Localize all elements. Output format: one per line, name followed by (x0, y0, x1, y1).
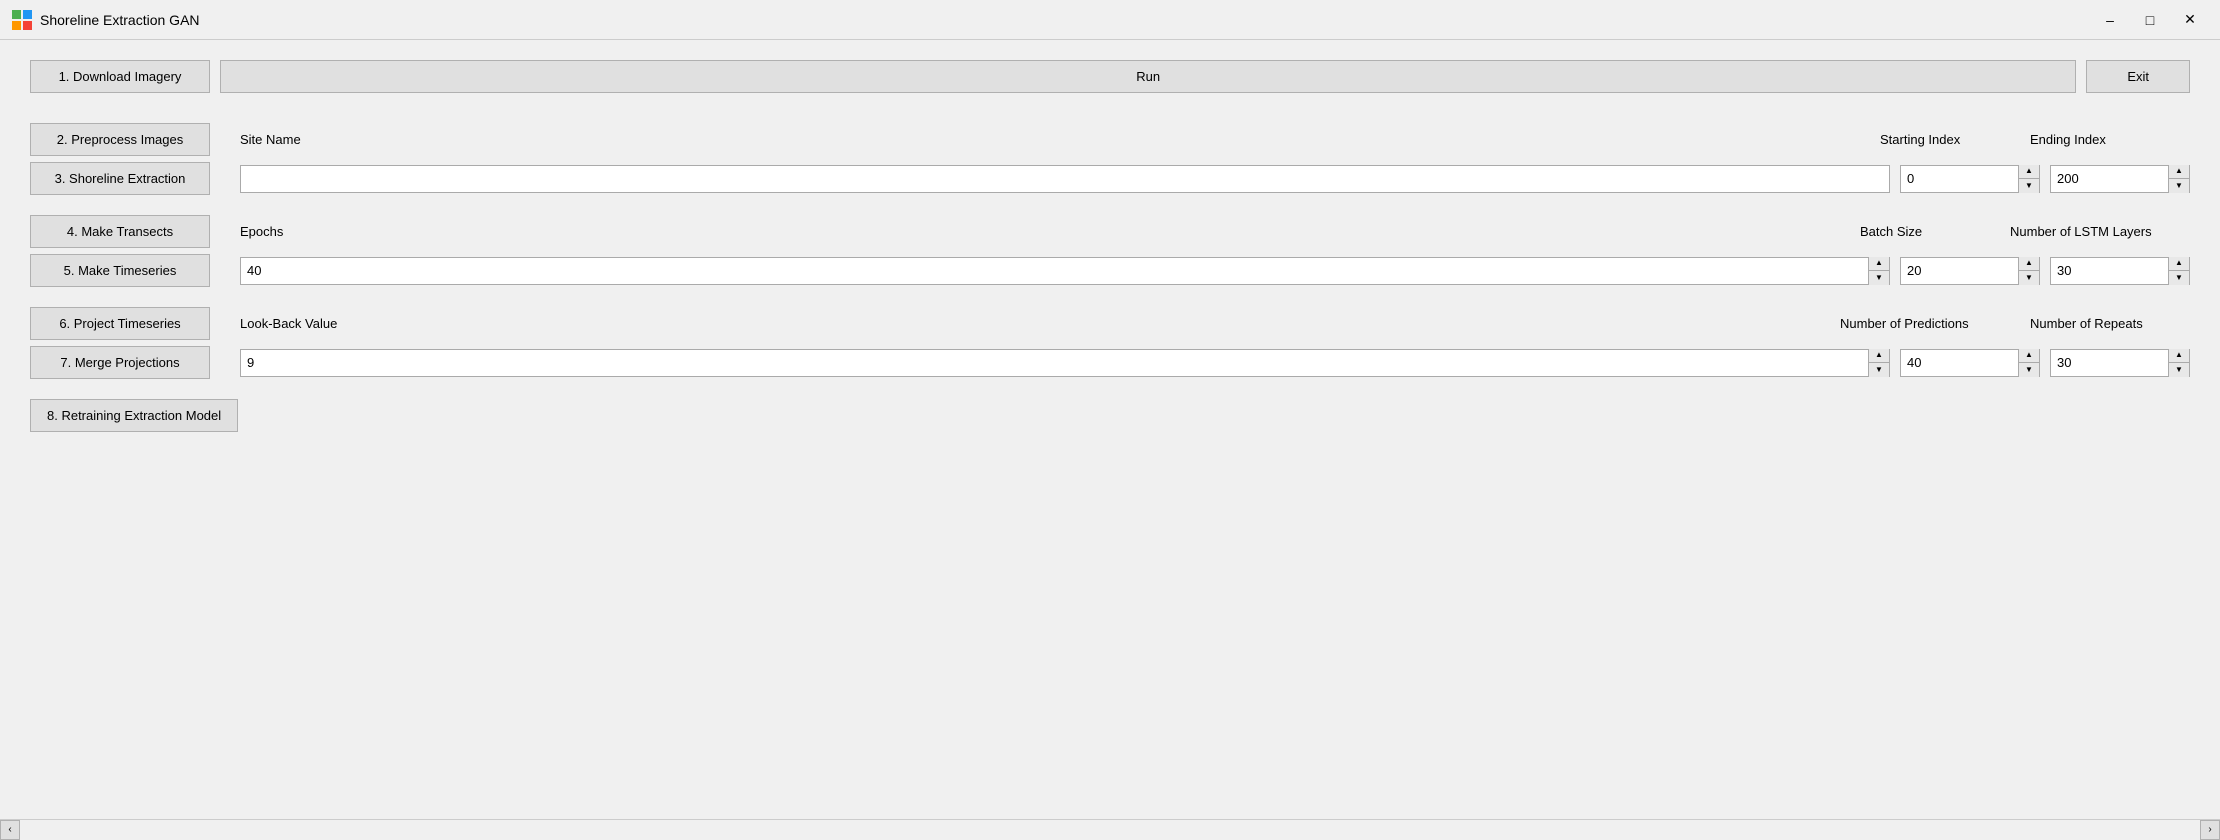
repeats-label: Number of Repeats (2030, 316, 2190, 331)
scroll-right-arrow[interactable]: › (2200, 820, 2220, 840)
repeats-up-button[interactable]: ▲ (2169, 349, 2189, 364)
lstm-layers-input[interactable] (2051, 261, 2168, 280)
title-bar: Shoreline Extraction GAN – □ ✕ (0, 0, 2220, 40)
lookback-spinbox-buttons: ▲ ▼ (1868, 349, 1889, 377)
batch-size-label: Batch Size (1860, 224, 2000, 239)
starting-index-input[interactable] (1901, 169, 2018, 188)
site-name-labels: Site Name Starting Index Ending Index (240, 132, 2190, 147)
starting-index-down-button[interactable]: ▼ (2019, 179, 2039, 193)
make-transects-button[interactable]: 4. Make Transects (30, 215, 210, 248)
predictions-down-button[interactable]: ▼ (2019, 363, 2039, 377)
lstm-layers-label: Number of LSTM Layers (2010, 224, 2190, 239)
site-name-label: Site Name (240, 132, 1880, 147)
starting-index-label: Starting Index (1880, 132, 2020, 147)
predictions-input[interactable] (1901, 353, 2018, 372)
epochs-down-button[interactable]: ▼ (1869, 271, 1889, 285)
exit-button[interactable]: Exit (2086, 60, 2190, 93)
retrain-row: 8. Retraining Extraction Model (30, 399, 2190, 432)
repeats-input[interactable] (2051, 353, 2168, 372)
epochs-controls: ▲ ▼ ▲ ▼ ▲ ▼ (240, 257, 2190, 285)
download-imagery-button[interactable]: 1. Download Imagery (30, 60, 210, 93)
epochs-input-row: 5. Make Timeseries ▲ ▼ ▲ ▼ ▲ (30, 254, 2190, 287)
repeats-spinbox: ▲ ▼ (2050, 349, 2190, 377)
lookback-labels: Look-Back Value Number of Predictions Nu… (240, 316, 2190, 331)
lookback-input-row: 7. Merge Projections ▲ ▼ ▲ ▼ ▲ (30, 346, 2190, 379)
site-name-input-row: 3. Shoreline Extraction ▲ ▼ ▲ ▼ (30, 162, 2190, 195)
lstm-layers-down-button[interactable]: ▼ (2169, 271, 2189, 285)
predictions-up-button[interactable]: ▲ (2019, 349, 2039, 364)
scroll-left-arrow[interactable]: ‹ (0, 820, 20, 840)
title-bar-title: Shoreline Extraction GAN (40, 12, 200, 28)
minimize-button[interactable]: – (2092, 8, 2128, 32)
make-timeseries-button[interactable]: 5. Make Timeseries (30, 254, 210, 287)
lookback-field-label: Look-Back Value (240, 316, 1840, 331)
shoreline-extraction-button[interactable]: 3. Shoreline Extraction (30, 162, 210, 195)
scroll-track[interactable] (20, 820, 2200, 839)
shoreline-label-spacer: 3. Shoreline Extraction (30, 162, 240, 195)
main-content: 1. Download Imagery Run Exit 2. Preproce… (0, 40, 2220, 472)
site-name-label-row: 2. Preprocess Images Site Name Starting … (30, 123, 2190, 156)
project-timeseries-button[interactable]: 6. Project Timeseries (30, 307, 210, 340)
project-label-spacer: 6. Project Timeseries (30, 307, 240, 340)
batch-size-spinbox: ▲ ▼ (1900, 257, 2040, 285)
lookback-up-button[interactable]: ▲ (1869, 349, 1889, 364)
starting-index-up-button[interactable]: ▲ (2019, 165, 2039, 180)
epochs-spinbox: ▲ ▼ (240, 257, 1890, 285)
lookback-spinbox: ▲ ▼ (240, 349, 1890, 377)
merge-label-spacer: 7. Merge Projections (30, 346, 240, 379)
lookback-input[interactable] (241, 353, 1868, 372)
starting-index-spinbox-buttons: ▲ ▼ (2018, 165, 2039, 193)
predictions-spinbox-buttons: ▲ ▼ (2018, 349, 2039, 377)
batch-size-down-button[interactable]: ▼ (2019, 271, 2039, 285)
site-name-controls: ▲ ▼ ▲ ▼ (240, 165, 2190, 193)
repeats-spinbox-buttons: ▲ ▼ (2168, 349, 2189, 377)
timeseries-label-spacer: 5. Make Timeseries (30, 254, 240, 287)
lookback-label-row: 6. Project Timeseries Look-Back Value Nu… (30, 307, 2190, 340)
bottom-scrollbar: ‹ › (0, 819, 2220, 839)
batch-size-input[interactable] (1901, 261, 2018, 280)
epochs-label: Epochs (240, 224, 1860, 239)
repeats-down-button[interactable]: ▼ (2169, 363, 2189, 377)
lookback-controls: ▲ ▼ ▲ ▼ ▲ ▼ (240, 349, 2190, 377)
starting-index-spinbox: ▲ ▼ (1900, 165, 2040, 193)
epochs-labels: Epochs Batch Size Number of LSTM Layers (240, 224, 2190, 239)
app-icon (12, 10, 32, 30)
retraining-extraction-button[interactable]: 8. Retraining Extraction Model (30, 399, 238, 432)
lstm-layers-spinbox-buttons: ▲ ▼ (2168, 257, 2189, 285)
maximize-button[interactable]: □ (2132, 8, 2168, 32)
lstm-layers-up-button[interactable]: ▲ (2169, 257, 2189, 272)
epochs-input[interactable] (241, 261, 1868, 280)
ending-index-up-button[interactable]: ▲ (2169, 165, 2189, 180)
title-bar-left: Shoreline Extraction GAN (12, 10, 200, 30)
transects-label-spacer: 4. Make Transects (30, 215, 240, 248)
batch-size-spinbox-buttons: ▲ ▼ (2018, 257, 2039, 285)
batch-size-up-button[interactable]: ▲ (2019, 257, 2039, 272)
epochs-spinbox-buttons: ▲ ▼ (1868, 257, 1889, 285)
retrain-label-area: 8. Retraining Extraction Model (30, 399, 240, 432)
predictions-label: Number of Predictions (1840, 316, 2020, 331)
title-bar-controls: – □ ✕ (2092, 8, 2208, 32)
ending-index-input[interactable] (2051, 169, 2168, 188)
lookback-down-button[interactable]: ▼ (1869, 363, 1889, 377)
site-name-input[interactable] (240, 165, 1890, 193)
close-button[interactable]: ✕ (2172, 8, 2208, 32)
ending-index-spinbox: ▲ ▼ (2050, 165, 2190, 193)
ending-index-down-button[interactable]: ▼ (2169, 179, 2189, 193)
epochs-up-button[interactable]: ▲ (1869, 257, 1889, 272)
ending-index-label: Ending Index (2030, 132, 2190, 147)
merge-projections-button[interactable]: 7. Merge Projections (30, 346, 210, 379)
preprocess-label-spacer: 2. Preprocess Images (30, 123, 240, 156)
epochs-label-row: 4. Make Transects Epochs Batch Size Numb… (30, 215, 2190, 248)
ending-index-spinbox-buttons: ▲ ▼ (2168, 165, 2189, 193)
run-button[interactable]: Run (220, 60, 2076, 93)
predictions-spinbox: ▲ ▼ (1900, 349, 2040, 377)
toolbar-row: 1. Download Imagery Run Exit (30, 60, 2190, 93)
preprocess-images-button[interactable]: 2. Preprocess Images (30, 123, 210, 156)
lstm-layers-spinbox: ▲ ▼ (2050, 257, 2190, 285)
